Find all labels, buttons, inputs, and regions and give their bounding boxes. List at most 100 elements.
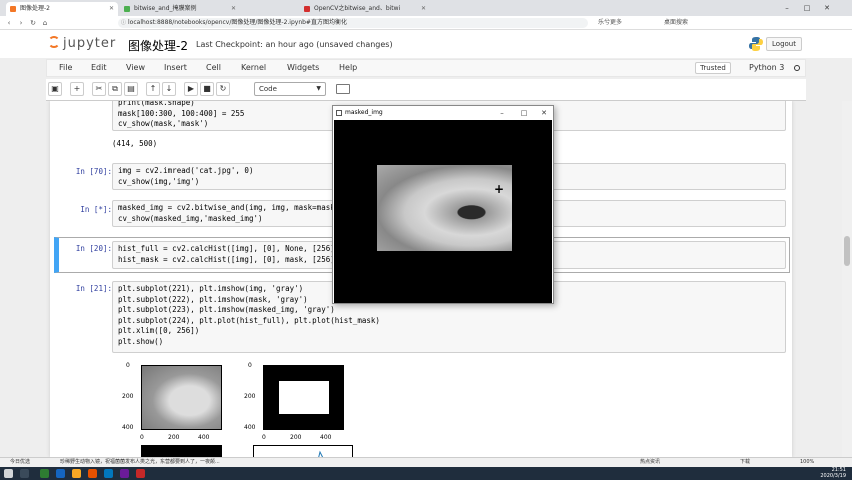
app-icon[interactable]: [40, 469, 49, 478]
tab-label: bitwise_and_掩膜案例: [134, 5, 197, 12]
window-icon: [336, 110, 342, 116]
y-tick: 200: [122, 393, 134, 400]
cell-type-select[interactable]: Code ▼: [254, 82, 326, 96]
opencv-window[interactable]: masked_img – □ ✕ +: [332, 105, 554, 304]
notebook-title[interactable]: 图像处理-2: [128, 37, 188, 54]
x-tick: 400: [198, 434, 210, 441]
menu-kernel[interactable]: Kernel: [241, 63, 266, 72]
kernel-name: Python 3: [749, 63, 785, 72]
scrollbar[interactable]: [842, 101, 852, 457]
browser-tab-active[interactable]: 图像处理-2 ✕: [6, 2, 118, 16]
browser-icon[interactable]: [104, 469, 113, 478]
x-tick: 200: [168, 434, 180, 441]
status-left[interactable]: 今日优选: [10, 458, 30, 467]
reload-icon[interactable]: ↻: [28, 18, 38, 28]
maximize-window-icon[interactable]: □: [800, 2, 814, 14]
back-icon[interactable]: ‹: [4, 18, 14, 28]
address-bar: ‹ › ↻ ⌂ ⓘ localhost:8888/notebooks/openc…: [0, 16, 852, 30]
zoom-level[interactable]: 100%: [800, 458, 814, 467]
browser-tab[interactable]: bitwise_and_掩膜案例 ✕: [120, 2, 240, 16]
home-icon[interactable]: ⌂: [40, 18, 50, 28]
app-icon[interactable]: [120, 469, 129, 478]
cell-prompt: In [21]:: [75, 284, 112, 293]
cell-prompt: In [20]:: [75, 244, 112, 253]
jupyter-header: jupyter 图像处理-2 Last Checkpoint: an hour …: [0, 30, 852, 58]
opencv-image-canvas: +: [334, 120, 552, 303]
plot-masked-axes: [141, 445, 222, 457]
keyboard-icon[interactable]: [336, 84, 350, 94]
close-window-icon[interactable]: ✕: [537, 106, 551, 120]
jupyter-favicon-icon: [10, 6, 16, 12]
menu-view[interactable]: View: [126, 63, 145, 72]
extension-label[interactable]: 乐兮更多: [598, 18, 622, 28]
cell-prompt: In [*]:: [80, 205, 112, 214]
jupyter-logo[interactable]: jupyter: [48, 36, 116, 51]
move-down-icon[interactable]: ↓: [162, 82, 176, 96]
page-favicon-icon: [124, 6, 130, 12]
notebook-toolbar: ▣ + ✂ ⧉ ▤ ↑ ↓ ▶ ■ ↻ Code ▼: [46, 79, 806, 101]
y-tick: 200: [244, 393, 256, 400]
mask-white-region: [279, 381, 329, 414]
info-icon: ⓘ: [121, 20, 127, 26]
run-icon[interactable]: ▶: [184, 82, 198, 96]
move-up-icon[interactable]: ↑: [146, 82, 160, 96]
search-label[interactable]: 桌面搜索: [664, 18, 688, 28]
menu-widgets[interactable]: Widgets: [287, 63, 319, 72]
close-icon[interactable]: ✕: [109, 2, 114, 16]
masked-cat-image: [377, 165, 512, 251]
paste-icon[interactable]: ▤: [124, 82, 138, 96]
browser-tab[interactable]: OpenCV之bitwise_and、bitwi ✕: [300, 2, 430, 16]
add-cell-icon[interactable]: +: [70, 82, 84, 96]
x-tick: 400: [320, 434, 332, 441]
app-icon[interactable]: [136, 469, 145, 478]
start-menu-icon[interactable]: [4, 469, 13, 478]
x-tick: 200: [290, 434, 302, 441]
page-favicon-icon: [304, 6, 310, 12]
menu-file[interactable]: File: [59, 63, 72, 72]
minimize-window-icon[interactable]: –: [495, 106, 509, 120]
kernel-idle-icon: [794, 65, 800, 71]
url-field[interactable]: ⓘ localhost:8888/notebooks/opencv/图像处理/图…: [118, 18, 588, 28]
menu-edit[interactable]: Edit: [91, 63, 107, 72]
hist-line: [318, 450, 324, 457]
restart-icon[interactable]: ↻: [216, 82, 230, 96]
scrollbar-thumb[interactable]: [844, 236, 850, 266]
folder-icon[interactable]: [72, 469, 81, 478]
logo-text: jupyter: [63, 36, 117, 51]
app-icon[interactable]: [88, 469, 97, 478]
browser-tab-strip: 图像处理-2 ✕ bitwise_and_掩膜案例 ✕ OpenCV之bitwi…: [0, 0, 852, 16]
x-tick: 0: [140, 434, 144, 441]
status-item[interactable]: 下载: [740, 458, 750, 467]
app-icon[interactable]: [56, 469, 65, 478]
copy-icon[interactable]: ⧉: [108, 82, 122, 96]
save-icon[interactable]: ▣: [48, 82, 62, 96]
jupyter-ring-icon: [48, 36, 60, 48]
close-window-icon[interactable]: ✕: [820, 2, 834, 14]
trusted-indicator[interactable]: Trusted: [695, 62, 731, 74]
menu-help[interactable]: Help: [339, 63, 357, 72]
status-item[interactable]: 热点资讯: [640, 458, 660, 467]
cell-output: (414, 500): [112, 139, 158, 148]
url-text: localhost:8888/notebooks/opencv/图像处理/图像处…: [128, 19, 347, 26]
crosshair-cursor-icon: +: [494, 182, 505, 196]
close-icon[interactable]: ✕: [421, 2, 426, 16]
close-icon[interactable]: ✕: [231, 2, 236, 16]
clock-date: 2020/3/19: [820, 472, 846, 479]
cut-icon[interactable]: ✂: [92, 82, 106, 96]
search-icon[interactable]: [20, 469, 29, 478]
plot-mask-axes: [263, 365, 344, 430]
opencv-window-titlebar[interactable]: masked_img – □ ✕: [333, 106, 553, 120]
opencv-window-title: masked_img: [345, 109, 383, 116]
menu-insert[interactable]: Insert: [164, 63, 187, 72]
plot-hist-axes: [253, 445, 353, 457]
logout-button[interactable]: Logout: [766, 37, 802, 51]
maximize-window-icon[interactable]: □: [517, 106, 531, 120]
cell-prompt: In [70]:: [75, 167, 112, 176]
taskbar-clock[interactable]: 21:51 2020/3/19: [820, 467, 846, 479]
interrupt-icon[interactable]: ■: [200, 82, 214, 96]
minimize-window-icon[interactable]: –: [780, 2, 794, 14]
news-ticker[interactable]: 珍稀野生动物入镜，祝福菌菌发布人类之光，东营都要到人了，一夜颠...: [60, 458, 220, 467]
python-logo-icon: [749, 37, 763, 51]
forward-icon[interactable]: ›: [16, 18, 26, 28]
menu-cell[interactable]: Cell: [206, 63, 221, 72]
